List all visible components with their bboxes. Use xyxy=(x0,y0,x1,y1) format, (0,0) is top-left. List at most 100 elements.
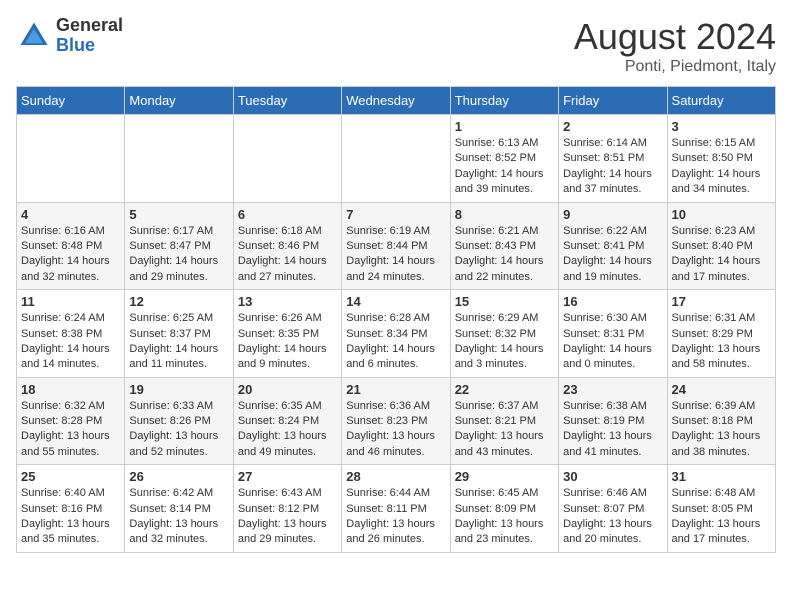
day-header-sunday: Sunday xyxy=(17,87,125,115)
day-info: Sunrise: 6:38 AM Sunset: 8:19 PM Dayligh… xyxy=(563,399,662,461)
day-cell: 19Sunrise: 6:33 AM Sunset: 8:26 PM Dayli… xyxy=(125,377,233,465)
calendar: SundayMondayTuesdayWednesdayThursdayFrid… xyxy=(16,86,776,553)
day-number: 10 xyxy=(672,207,771,222)
logo-general: General xyxy=(56,16,123,36)
day-number: 28 xyxy=(346,469,445,484)
day-cell: 13Sunrise: 6:26 AM Sunset: 8:35 PM Dayli… xyxy=(233,290,341,378)
week-row-1: 1 Sunrise: 6:13 AM Sunset: 8:52 PM Daylig… xyxy=(17,115,776,203)
day-header-tuesday: Tuesday xyxy=(233,87,341,115)
day-cell: 25 Sunrise: 6:40 AM Sunset: 8:16 PM Dayli… xyxy=(17,465,125,553)
day-info: Sunrise: 6:16 AM Sunset: 8:48 PM Dayligh… xyxy=(21,224,120,286)
day-info: Sunrise: 6:45 AM Sunset: 8:09 PM Dayligh… xyxy=(455,486,554,548)
day-number: 29 xyxy=(455,469,554,484)
day-cell: 5 Sunrise: 6:17 AM Sunset: 8:47 PM Daylig… xyxy=(125,202,233,290)
day-cell: 18Sunrise: 6:32 AM Sunset: 8:28 PM Dayli… xyxy=(17,377,125,465)
day-cell: 6 Sunrise: 6:18 AM Sunset: 8:46 PM Daylig… xyxy=(233,202,341,290)
week-row-2: 4 Sunrise: 6:16 AM Sunset: 8:48 PM Daylig… xyxy=(17,202,776,290)
location: Ponti, Piedmont, Italy xyxy=(574,58,776,76)
day-info: Sunrise: 6:15 AM Sunset: 8:50 PM Dayligh… xyxy=(672,136,771,198)
day-info: Sunrise: 6:33 AM Sunset: 8:26 PM Dayligh… xyxy=(129,399,228,461)
day-number: 5 xyxy=(129,207,228,222)
logo-text: General Blue xyxy=(56,16,123,56)
day-number: 22 xyxy=(455,382,554,397)
day-cell xyxy=(233,115,341,203)
day-cell: 27Sunrise: 6:43 AM Sunset: 8:12 PM Dayli… xyxy=(233,465,341,553)
day-cell: 4 Sunrise: 6:16 AM Sunset: 8:48 PM Daylig… xyxy=(17,202,125,290)
day-info: Sunrise: 6:36 AM Sunset: 8:23 PM Dayligh… xyxy=(346,399,445,461)
day-cell: 26 Sunrise: 6:42 AM Sunset: 8:14 PM Dayli… xyxy=(125,465,233,553)
day-header-monday: Monday xyxy=(125,87,233,115)
day-number: 20 xyxy=(238,382,337,397)
day-info: Sunrise: 6:32 AM Sunset: 8:28 PM Dayligh… xyxy=(21,399,120,461)
day-info: Sunrise: 6:29 AM Sunset: 8:32 PM Dayligh… xyxy=(455,311,554,373)
day-number: 4 xyxy=(21,207,120,222)
day-info: Sunrise: 6:44 AM Sunset: 8:11 PM Dayligh… xyxy=(346,486,445,548)
day-number: 21 xyxy=(346,382,445,397)
day-info: Sunrise: 6:13 AM Sunset: 8:52 PM Dayligh… xyxy=(455,136,554,198)
day-cell xyxy=(125,115,233,203)
day-number: 3 xyxy=(672,119,771,134)
day-number: 30 xyxy=(563,469,662,484)
logo: General Blue xyxy=(16,16,123,56)
logo-icon xyxy=(16,18,52,54)
day-cell: 23 Sunrise: 6:38 AM Sunset: 8:19 PM Dayli… xyxy=(559,377,667,465)
day-cell: 12 Sunrise: 6:25 AM Sunset: 8:37 PM Dayli… xyxy=(125,290,233,378)
day-info: Sunrise: 6:19 AM Sunset: 8:44 PM Dayligh… xyxy=(346,224,445,286)
day-number: 13 xyxy=(238,294,337,309)
day-cell xyxy=(342,115,450,203)
day-number: 12 xyxy=(129,294,228,309)
day-cell: 22 Sunrise: 6:37 AM Sunset: 8:21 PM Dayli… xyxy=(450,377,558,465)
day-info: Sunrise: 6:40 AM Sunset: 8:16 PM Dayligh… xyxy=(21,486,120,548)
day-number: 23 xyxy=(563,382,662,397)
day-number: 15 xyxy=(455,294,554,309)
day-info: Sunrise: 6:22 AM Sunset: 8:41 PM Dayligh… xyxy=(563,224,662,286)
day-info: Sunrise: 6:17 AM Sunset: 8:47 PM Dayligh… xyxy=(129,224,228,286)
week-row-3: 11 Sunrise: 6:24 AM Sunset: 8:38 PM Dayli… xyxy=(17,290,776,378)
day-info: Sunrise: 6:46 AM Sunset: 8:07 PM Dayligh… xyxy=(563,486,662,548)
day-number: 11 xyxy=(21,294,120,309)
day-info: Sunrise: 6:37 AM Sunset: 8:21 PM Dayligh… xyxy=(455,399,554,461)
week-row-4: 18Sunrise: 6:32 AM Sunset: 8:28 PM Dayli… xyxy=(17,377,776,465)
day-info: Sunrise: 6:23 AM Sunset: 8:40 PM Dayligh… xyxy=(672,224,771,286)
day-cell: 1 Sunrise: 6:13 AM Sunset: 8:52 PM Daylig… xyxy=(450,115,558,203)
day-number: 6 xyxy=(238,207,337,222)
week-row-5: 25 Sunrise: 6:40 AM Sunset: 8:16 PM Dayli… xyxy=(17,465,776,553)
day-info: Sunrise: 6:21 AM Sunset: 8:43 PM Dayligh… xyxy=(455,224,554,286)
day-cell: 16 Sunrise: 6:30 AM Sunset: 8:31 PM Dayli… xyxy=(559,290,667,378)
day-cell: 3 Sunrise: 6:15 AM Sunset: 8:50 PM Daylig… xyxy=(667,115,775,203)
day-cell: 2Sunrise: 6:14 AM Sunset: 8:51 PM Daylig… xyxy=(559,115,667,203)
day-info: Sunrise: 6:48 AM Sunset: 8:05 PM Dayligh… xyxy=(672,486,771,548)
day-cell: 9Sunrise: 6:22 AM Sunset: 8:41 PM Daylig… xyxy=(559,202,667,290)
day-info: Sunrise: 6:14 AM Sunset: 8:51 PM Dayligh… xyxy=(563,136,662,198)
day-number: 31 xyxy=(672,469,771,484)
day-cell: 20 Sunrise: 6:35 AM Sunset: 8:24 PM Dayli… xyxy=(233,377,341,465)
day-number: 25 xyxy=(21,469,120,484)
day-info: Sunrise: 6:43 AM Sunset: 8:12 PM Dayligh… xyxy=(238,486,337,548)
day-cell: 17Sunrise: 6:31 AM Sunset: 8:29 PM Dayli… xyxy=(667,290,775,378)
day-cell: 28 Sunrise: 6:44 AM Sunset: 8:11 PM Dayli… xyxy=(342,465,450,553)
day-info: Sunrise: 6:42 AM Sunset: 8:14 PM Dayligh… xyxy=(129,486,228,548)
month-title: August 2024 xyxy=(574,16,776,58)
day-info: Sunrise: 6:24 AM Sunset: 8:38 PM Dayligh… xyxy=(21,311,120,373)
day-cell: 31 Sunrise: 6:48 AM Sunset: 8:05 PM Dayli… xyxy=(667,465,775,553)
day-header-saturday: Saturday xyxy=(667,87,775,115)
day-info: Sunrise: 6:25 AM Sunset: 8:37 PM Dayligh… xyxy=(129,311,228,373)
day-number: 17 xyxy=(672,294,771,309)
day-header-friday: Friday xyxy=(559,87,667,115)
day-info: Sunrise: 6:35 AM Sunset: 8:24 PM Dayligh… xyxy=(238,399,337,461)
day-info: Sunrise: 6:18 AM Sunset: 8:46 PM Dayligh… xyxy=(238,224,337,286)
day-number: 1 xyxy=(455,119,554,134)
day-number: 16 xyxy=(563,294,662,309)
day-cell: 29 Sunrise: 6:45 AM Sunset: 8:09 PM Dayli… xyxy=(450,465,558,553)
day-info: Sunrise: 6:39 AM Sunset: 8:18 PM Dayligh… xyxy=(672,399,771,461)
day-cell: 8Sunrise: 6:21 AM Sunset: 8:43 PM Daylig… xyxy=(450,202,558,290)
day-cell: 14Sunrise: 6:28 AM Sunset: 8:34 PM Dayli… xyxy=(342,290,450,378)
day-cell: 15 Sunrise: 6:29 AM Sunset: 8:32 PM Dayli… xyxy=(450,290,558,378)
day-cell: 11 Sunrise: 6:24 AM Sunset: 8:38 PM Dayli… xyxy=(17,290,125,378)
day-info: Sunrise: 6:30 AM Sunset: 8:31 PM Dayligh… xyxy=(563,311,662,373)
day-cell: 24Sunrise: 6:39 AM Sunset: 8:18 PM Dayli… xyxy=(667,377,775,465)
day-number: 26 xyxy=(129,469,228,484)
day-cell: 21 Sunrise: 6:36 AM Sunset: 8:23 PM Dayli… xyxy=(342,377,450,465)
day-info: Sunrise: 6:28 AM Sunset: 8:34 PM Dayligh… xyxy=(346,311,445,373)
title-block: August 2024 Ponti, Piedmont, Italy xyxy=(574,16,776,76)
